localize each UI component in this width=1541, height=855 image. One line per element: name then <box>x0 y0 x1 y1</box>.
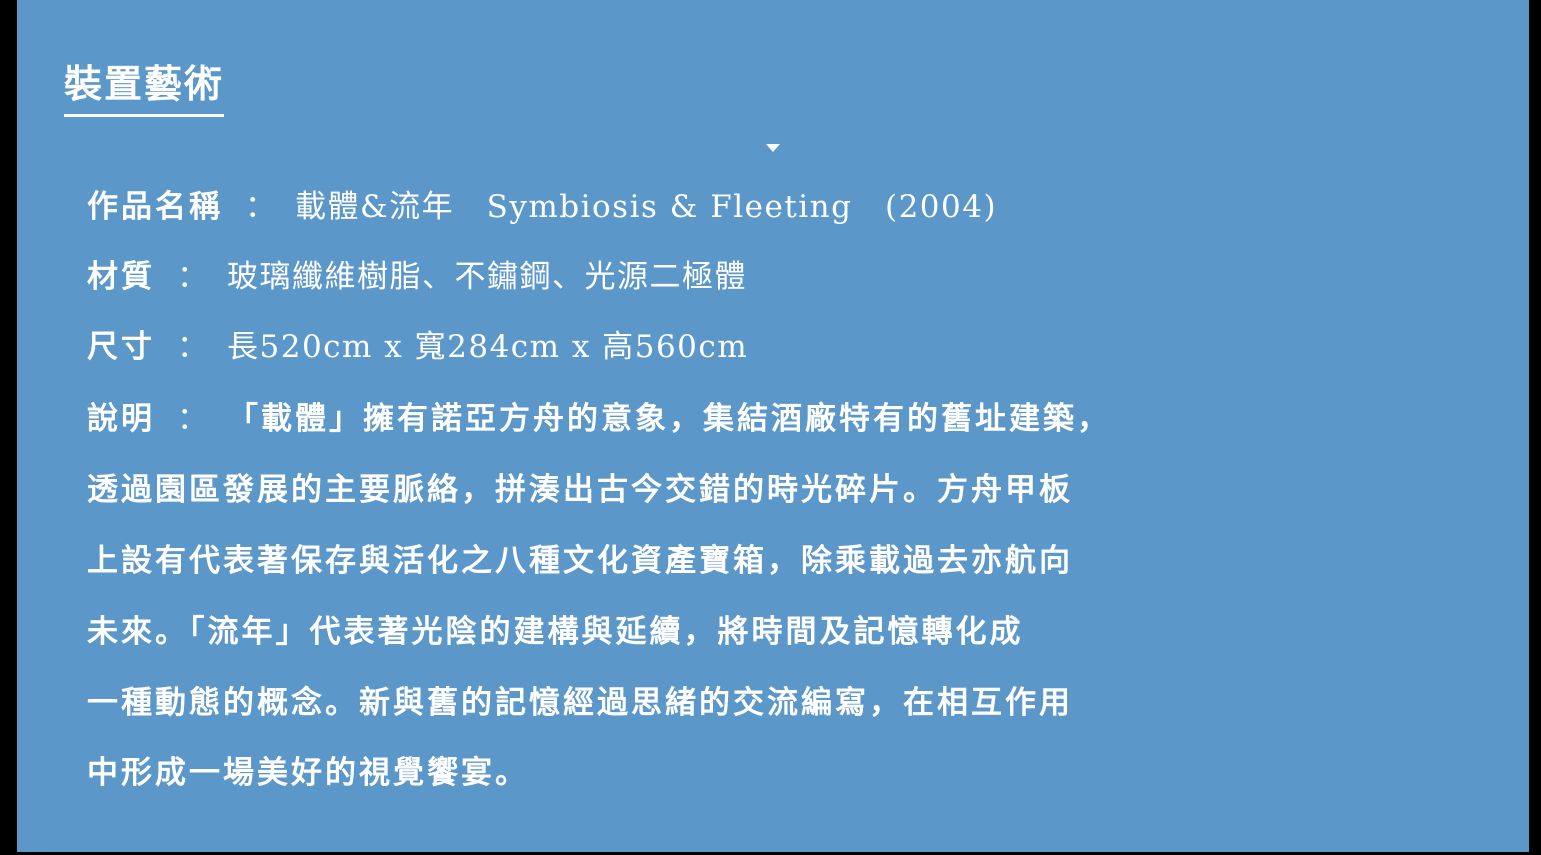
description-label: 說明 <box>87 401 155 437</box>
slide-title: 裝置藝術 <box>64 58 225 117</box>
work-name-value: 載體&流年 Symbiosis & Fleeting (2004) <box>295 189 998 225</box>
description-line: 中形成一場美好的視覺饗宴。 <box>87 755 529 791</box>
material-value: 玻璃纖維樹脂、不鏽鋼、光源二極體 <box>227 259 747 295</box>
work-name-separator: ： <box>245 189 277 225</box>
description-row: 說明 ： 「載體」擁有諾亞方舟的意象，集結酒廠特有的舊址建築， <box>87 394 1111 444</box>
caret-down-icon[interactable] <box>766 144 780 152</box>
size-label: 尺寸 <box>87 329 155 365</box>
material-label: 材質 <box>87 259 155 295</box>
work-name-label: 作品名稱 <box>87 189 223 225</box>
description-line: 上設有代表著保存與活化之八種文化資產寶箱，除乘載過去亦航向 <box>87 543 1073 579</box>
work-name-row: 作品名稱 ： 載體&流年 Symbiosis & Fleeting (2004) <box>87 182 997 232</box>
material-separator: ： <box>177 259 209 295</box>
description-line: 未來。「流年」代表著光陰的建構與延續，將時間及記憶轉化成 <box>87 614 1024 650</box>
description-line: 「載體」擁有諾亞方舟的意象，集結酒廠特有的舊址建築， <box>227 401 1111 437</box>
size-value: 長520cm x 寬284cm x 高560cm <box>227 329 749 365</box>
material-row: 材質 ： 玻璃纖維樹脂、不鏽鋼、光源二極體 <box>87 252 747 302</box>
size-separator: ： <box>177 329 209 365</box>
slide: 裝置藝術 作品名稱 ： 載體&流年 Symbiosis & Fleeting (20… <box>17 0 1529 852</box>
size-row: 尺寸 ： 長520cm x 寬284cm x 高560cm <box>87 322 748 372</box>
description-line: 透過園區發展的主要脈絡，拼湊出古今交錯的時光碎片。方舟甲板 <box>87 472 1073 508</box>
description-line: 一種動態的概念。新與舊的記憶經過思緒的交流編寫，在相互作用 <box>87 685 1073 721</box>
description-separator: ： <box>177 401 209 437</box>
